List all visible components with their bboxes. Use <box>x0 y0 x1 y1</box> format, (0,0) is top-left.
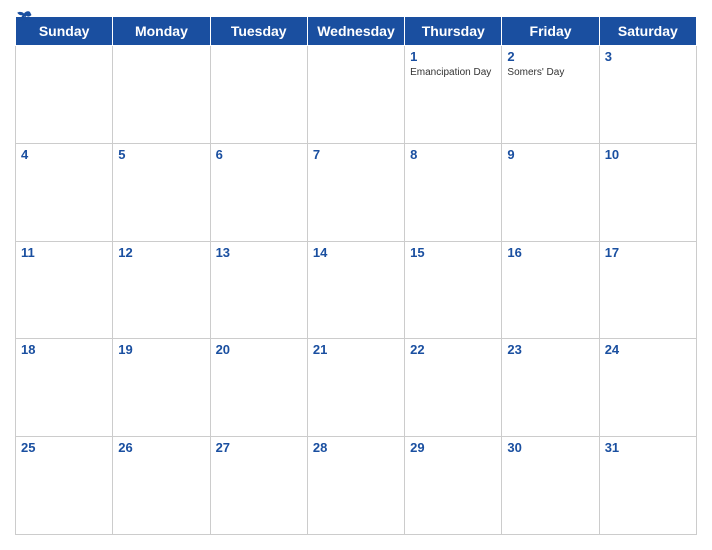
day-number: 6 <box>216 147 302 162</box>
calendar-day-cell: 4 <box>16 143 113 241</box>
calendar-day-cell: 10 <box>599 143 696 241</box>
calendar-week-row: 1 Emancipation Day 2 Somers' Day 3 <box>16 46 697 144</box>
day-number: 17 <box>605 245 691 260</box>
weekday-header-tuesday: Tuesday <box>210 17 307 46</box>
logo <box>15 10 34 26</box>
calendar-day-cell: 14 <box>307 241 404 339</box>
day-number: 28 <box>313 440 399 455</box>
calendar-day-cell: 24 <box>599 339 696 437</box>
weekday-header-wednesday: Wednesday <box>307 17 404 46</box>
day-event: Emancipation Day <box>410 66 496 79</box>
calendar-day-cell: 27 <box>210 437 307 535</box>
calendar-day-cell: 18 <box>16 339 113 437</box>
weekday-header-friday: Friday <box>502 17 599 46</box>
calendar-day-cell <box>113 46 210 144</box>
logo-blue-text <box>15 10 34 26</box>
day-number: 5 <box>118 147 204 162</box>
day-number: 31 <box>605 440 691 455</box>
weekday-header-monday: Monday <box>113 17 210 46</box>
day-number: 24 <box>605 342 691 357</box>
day-number: 4 <box>21 147 107 162</box>
day-number: 18 <box>21 342 107 357</box>
day-number: 19 <box>118 342 204 357</box>
calendar-week-row: 18 19 20 21 22 23 24 <box>16 339 697 437</box>
calendar-day-cell: 28 <box>307 437 404 535</box>
calendar-day-cell: 21 <box>307 339 404 437</box>
calendar-day-cell: 12 <box>113 241 210 339</box>
calendar-wrapper: SundayMondayTuesdayWednesdayThursdayFrid… <box>0 0 712 550</box>
calendar-day-cell: 19 <box>113 339 210 437</box>
day-number: 23 <box>507 342 593 357</box>
day-number: 21 <box>313 342 399 357</box>
day-number: 26 <box>118 440 204 455</box>
calendar-day-cell: 22 <box>405 339 502 437</box>
calendar-week-row: 25 26 27 28 29 30 31 <box>16 437 697 535</box>
calendar-day-cell: 16 <box>502 241 599 339</box>
day-number: 13 <box>216 245 302 260</box>
day-number: 2 <box>507 49 593 64</box>
calendar-day-cell: 13 <box>210 241 307 339</box>
calendar-day-cell: 5 <box>113 143 210 241</box>
day-number: 22 <box>410 342 496 357</box>
calendar-day-cell: 20 <box>210 339 307 437</box>
day-number: 16 <box>507 245 593 260</box>
day-number: 27 <box>216 440 302 455</box>
day-number: 8 <box>410 147 496 162</box>
day-number: 10 <box>605 147 691 162</box>
calendar-day-cell <box>307 46 404 144</box>
calendar-table: SundayMondayTuesdayWednesdayThursdayFrid… <box>15 16 697 535</box>
calendar-day-cell: 29 <box>405 437 502 535</box>
calendar-week-row: 11 12 13 14 15 16 17 <box>16 241 697 339</box>
calendar-day-cell: 23 <box>502 339 599 437</box>
day-number: 12 <box>118 245 204 260</box>
calendar-day-cell: 26 <box>113 437 210 535</box>
calendar-day-cell: 31 <box>599 437 696 535</box>
day-number: 25 <box>21 440 107 455</box>
calendar-day-cell: 2 Somers' Day <box>502 46 599 144</box>
calendar-day-cell: 15 <box>405 241 502 339</box>
calendar-day-cell: 25 <box>16 437 113 535</box>
calendar-day-cell: 9 <box>502 143 599 241</box>
day-number: 15 <box>410 245 496 260</box>
day-event: Somers' Day <box>507 66 593 79</box>
calendar-day-cell <box>16 46 113 144</box>
day-number: 14 <box>313 245 399 260</box>
calendar-day-cell: 1 Emancipation Day <box>405 46 502 144</box>
calendar-day-cell: 17 <box>599 241 696 339</box>
day-number: 29 <box>410 440 496 455</box>
calendar-week-row: 456789 10 <box>16 143 697 241</box>
logo-bird-icon <box>15 10 33 26</box>
calendar-day-cell <box>210 46 307 144</box>
day-number: 3 <box>605 49 691 64</box>
day-number: 11 <box>21 245 107 260</box>
calendar-day-cell: 11 <box>16 241 113 339</box>
day-number: 30 <box>507 440 593 455</box>
day-number: 20 <box>216 342 302 357</box>
calendar-day-cell: 6 <box>210 143 307 241</box>
calendar-day-cell: 3 <box>599 46 696 144</box>
weekday-header-saturday: Saturday <box>599 17 696 46</box>
calendar-day-cell: 30 <box>502 437 599 535</box>
weekday-header-thursday: Thursday <box>405 17 502 46</box>
day-number: 1 <box>410 49 496 64</box>
calendar-day-cell: 7 <box>307 143 404 241</box>
calendar-day-cell: 8 <box>405 143 502 241</box>
weekday-header-row: SundayMondayTuesdayWednesdayThursdayFrid… <box>16 17 697 46</box>
day-number: 7 <box>313 147 399 162</box>
day-number: 9 <box>507 147 593 162</box>
